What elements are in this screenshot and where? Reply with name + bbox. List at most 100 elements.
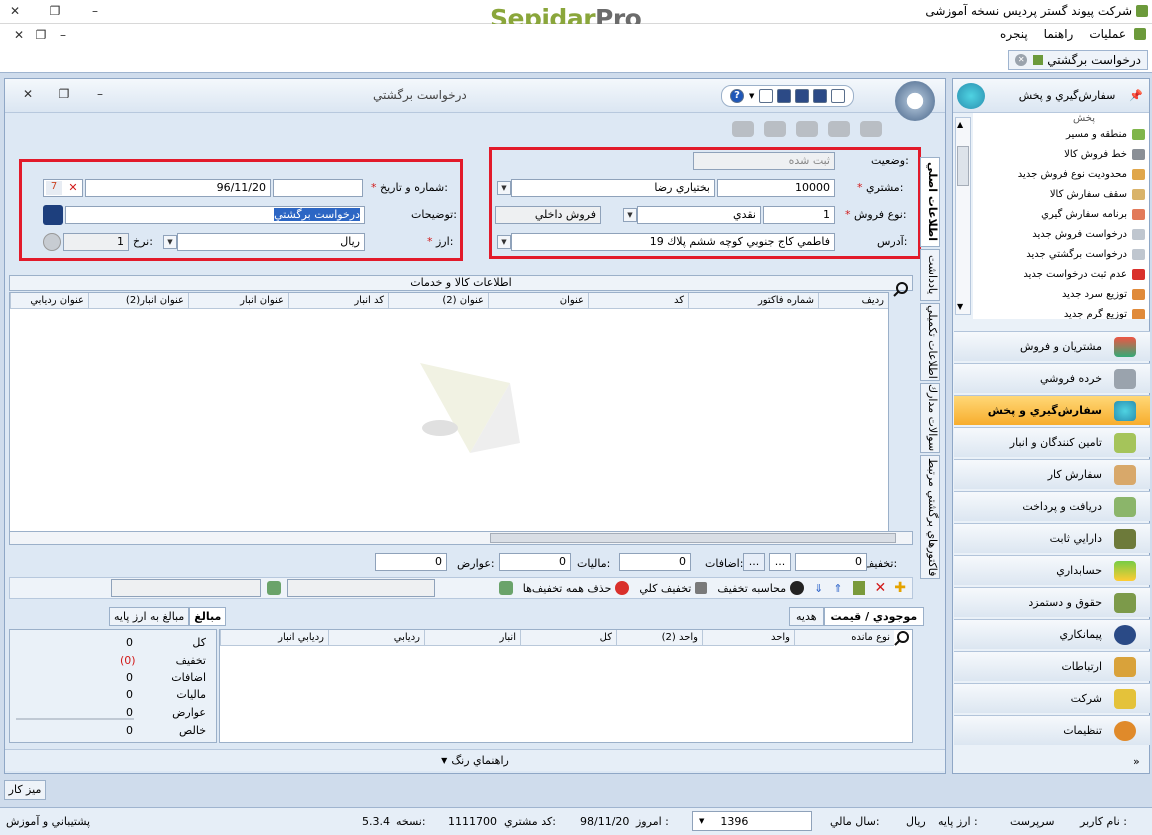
- nav-retail[interactable]: خرده فروشي: [954, 363, 1150, 393]
- support-link[interactable]: پشتيباني و آموزش: [6, 815, 90, 828]
- add-row-icon[interactable]: ✚: [894, 580, 906, 596]
- nav-fixed-assets[interactable]: دارايي ثابت: [954, 523, 1150, 553]
- side-item-region[interactable]: منطقه و مسير: [1066, 127, 1145, 141]
- save-icon[interactable]: [813, 89, 828, 103]
- side-item-sales-line[interactable]: خط فروش كالا: [1064, 147, 1145, 161]
- fiscal-year-select[interactable]: ▼ 1396: [692, 811, 812, 831]
- move-down-icon[interactable]: ⇓: [814, 582, 823, 595]
- side-item-hot-distribution[interactable]: توزيع گرم جديد: [1064, 307, 1145, 319]
- col-warehouse-tracking[interactable]: رديابي انبار: [220, 630, 328, 645]
- delete-row-icon[interactable]: ✕: [875, 580, 887, 596]
- nav-suppliers-warehouse[interactable]: تامين كنندگان و انبار: [954, 427, 1150, 457]
- col-invoice-no[interactable]: شماره فاكتور: [688, 293, 818, 308]
- tab-extra-info[interactable]: اطلاعات تکميلي: [920, 303, 940, 381]
- money-icon[interactable]: [498, 581, 513, 595]
- tab-notes[interactable]: يادداشت: [920, 249, 940, 301]
- col-warehouse-title[interactable]: عنوان انبار: [188, 293, 288, 308]
- restore-child-button[interactable]: ❐: [32, 28, 50, 42]
- camera-info-icon[interactable]: [796, 121, 818, 137]
- minimize-child-button[interactable]: –: [54, 28, 72, 42]
- col-code[interactable]: كد: [588, 293, 688, 308]
- tax-field[interactable]: 0: [499, 553, 571, 571]
- col-title[interactable]: عنوان: [488, 293, 588, 308]
- items-grid[interactable]: رديف شماره فاكتور كد عنوان عنوان (2) كد …: [9, 292, 889, 532]
- tab-stock-price[interactable]: موجودي / قيمت: [823, 607, 925, 626]
- col-total[interactable]: كل: [520, 630, 616, 645]
- total-discount-button[interactable]: تخفيف كلي: [639, 582, 691, 595]
- stock-grid[interactable]: نوع مانده واحد واحد (2) كل انبار رديابي …: [219, 629, 913, 743]
- side-item-partial[interactable]: پخش: [1073, 113, 1095, 125]
- tab-related-invoices[interactable]: فاکتورهاي برگشتي مرتبط: [920, 455, 940, 579]
- col-balance-type[interactable]: نوع مانده: [794, 630, 894, 645]
- nav-settings[interactable]: تنظيمات: [954, 715, 1150, 745]
- col-unit[interactable]: واحد: [702, 630, 794, 645]
- col-unit-2[interactable]: واحد (2): [616, 630, 702, 645]
- side-item-order-plan[interactable]: برنامه سفارش گيري: [1041, 207, 1145, 221]
- side-item-new-sale-request[interactable]: درخواست فروش جديد: [1032, 227, 1145, 241]
- help-icon[interactable]: ?: [730, 89, 744, 103]
- minimize-window-button[interactable]: –: [86, 4, 104, 18]
- remove-all-discounts-button[interactable]: حذف همه تخفيف‌ها: [523, 582, 612, 595]
- new-document-icon[interactable]: [831, 89, 846, 103]
- discount-field[interactable]: 0: [795, 553, 867, 571]
- calc-discount-icon[interactable]: [790, 581, 805, 595]
- menu-window[interactable]: پنجره: [1000, 27, 1028, 41]
- save-close-icon[interactable]: [777, 89, 792, 103]
- camera-check-icon[interactable]: [860, 121, 882, 137]
- side-item-cold-distribution[interactable]: توزيع سرد جديد: [1062, 287, 1145, 301]
- col-row[interactable]: رديف: [818, 293, 888, 308]
- tab-documents[interactable]: سوالات مدارك: [920, 383, 940, 453]
- tab-gift[interactable]: هديه: [789, 607, 824, 626]
- h-scroll-thumb[interactable]: [490, 533, 896, 543]
- tab-amounts[interactable]: مبالغ: [189, 607, 227, 626]
- duties-field[interactable]: 0: [375, 553, 447, 571]
- nav-receipt-payment[interactable]: دريافت و پرداخت: [954, 491, 1150, 521]
- menu-operations[interactable]: عملیات: [1089, 27, 1126, 41]
- print-icon[interactable]: [759, 89, 774, 103]
- tab-base-amounts[interactable]: مبالغ به ارز پايه: [109, 607, 190, 626]
- side-item-no-request[interactable]: عدم ثبت درخواست جديد: [1023, 267, 1145, 281]
- camera-icon[interactable]: [764, 121, 786, 137]
- form-minimize-button[interactable]: –: [91, 87, 109, 101]
- additions-field[interactable]: 0: [619, 553, 691, 571]
- form-close-button[interactable]: ✕: [19, 87, 37, 101]
- nav-accounting[interactable]: حسابداري: [954, 555, 1150, 585]
- color-guide-dropdown-icon[interactable]: ▼: [441, 756, 447, 765]
- fiscal-year-dropdown-icon[interactable]: ▼: [699, 817, 704, 825]
- lock-icon[interactable]: [852, 581, 865, 595]
- side-item-sale-type-limit[interactable]: محدوديت نوع فروش جديد: [1018, 167, 1145, 181]
- stock-search-icon[interactable]: [894, 630, 910, 646]
- money-icon-2[interactable]: [267, 581, 281, 595]
- col-warehouse-code[interactable]: كد انبار: [288, 293, 388, 308]
- nav-work-order[interactable]: سفارش كار: [954, 459, 1150, 489]
- col-title-2[interactable]: عنوان (2): [388, 293, 488, 308]
- color-guide-label[interactable]: راهنماي رنگ: [451, 754, 509, 767]
- col-warehouse[interactable]: انبار: [424, 630, 520, 645]
- cancel-icon[interactable]: [732, 121, 754, 137]
- close-tab-icon[interactable]: ✕: [1015, 54, 1028, 66]
- save-copy-icon[interactable]: [795, 89, 810, 103]
- nav-company[interactable]: شركت: [954, 683, 1150, 713]
- grid-search-icon[interactable]: [893, 281, 909, 297]
- scroll-up-icon[interactable]: ▲: [957, 120, 963, 129]
- side-v-scrollbar[interactable]: ▲ ▼: [955, 117, 971, 315]
- col-tracking[interactable]: رديابي: [328, 630, 424, 645]
- close-child-button[interactable]: ✕: [10, 28, 28, 42]
- remove-discount-icon[interactable]: [615, 581, 630, 595]
- move-up-icon[interactable]: ⇑: [833, 582, 842, 595]
- help-dropdown-icon[interactable]: ▼: [749, 92, 754, 100]
- nav-customers-sales[interactable]: مشتريان و فروش: [954, 331, 1150, 361]
- color-guide-bar[interactable]: ▼ راهنماي رنگ: [5, 749, 945, 771]
- menu-help[interactable]: راهنما: [1044, 27, 1074, 41]
- nav-payroll[interactable]: حقوق و دستمزد: [954, 587, 1150, 617]
- side-item-order-cap[interactable]: سقف سفارش كالا: [1050, 187, 1145, 201]
- items-h-scrollbar[interactable]: [9, 531, 913, 545]
- nav-order-distribution[interactable]: سفارش‌گيري و پخش: [954, 395, 1150, 425]
- scroll-down-icon[interactable]: ▼: [957, 302, 963, 311]
- calc-discount-button[interactable]: محاسبه تخفيف: [717, 582, 786, 595]
- nav-communications[interactable]: ارتباطات: [954, 651, 1150, 681]
- tab-return-request[interactable]: درخواست برگشتي ✕: [1008, 50, 1148, 70]
- desktop-button[interactable]: ميز كار: [4, 780, 46, 800]
- close-window-button[interactable]: ✕: [6, 4, 24, 18]
- tab-main-info[interactable]: اطلاعات اصلي: [920, 157, 940, 247]
